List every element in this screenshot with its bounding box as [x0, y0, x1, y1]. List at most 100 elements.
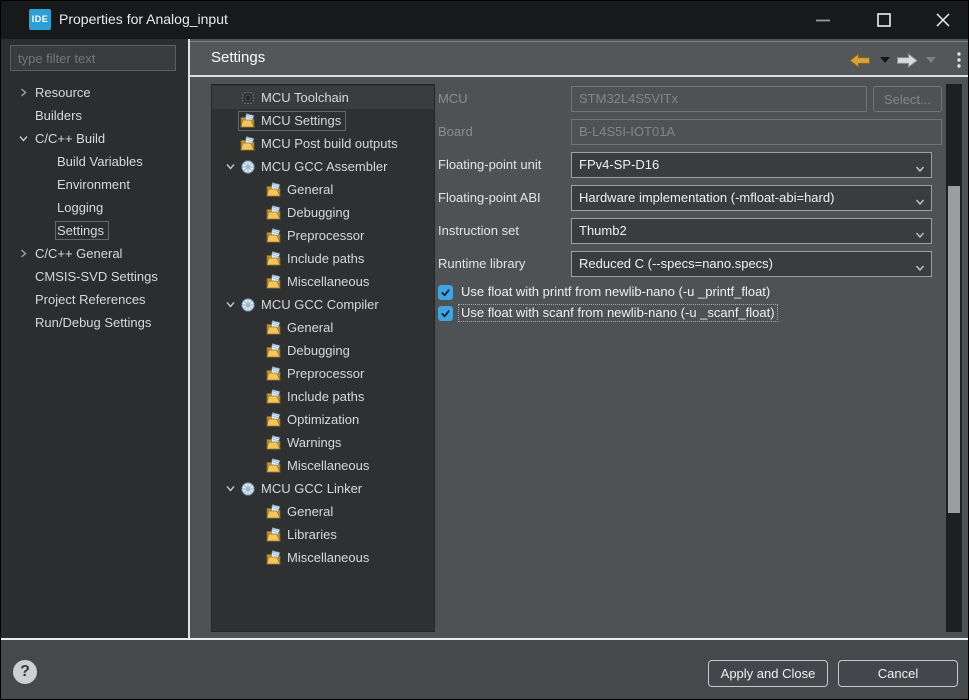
tree-item-debugging[interactable]: Debugging [212, 201, 434, 224]
forward-history-dropdown-icon [926, 51, 936, 69]
folder-icon [266, 274, 282, 290]
fpu-dropdown[interactable]: FPv4-SP-D16 [571, 152, 932, 178]
tree-item-mcu-post-build-outputs[interactable]: MCU Post build outputs [212, 132, 434, 155]
tree-item-libraries[interactable]: Libraries [212, 523, 434, 546]
checkbox-checked-icon[interactable] [438, 306, 453, 321]
tree-item-cmsis-svd-settings[interactable]: CMSIS-SVD Settings [1, 265, 188, 288]
checkbox-checked-icon[interactable] [438, 285, 453, 300]
chevron-right-icon[interactable] [13, 248, 33, 259]
tree-item-project-references[interactable]: Project References [1, 288, 188, 311]
close-button[interactable] [926, 5, 960, 35]
tree-item-mcu-gcc-assembler[interactable]: MCU GCC Assembler [212, 155, 434, 178]
tree-item-mcu-gcc-linker[interactable]: MCU GCC Linker [212, 477, 434, 500]
tree-item-preprocessor[interactable]: Preprocessor [212, 362, 434, 385]
chevron-down-icon [914, 258, 926, 282]
mcu-label: MCU [438, 86, 468, 112]
tree-item-body: Warnings [264, 433, 346, 453]
instruction-set-dropdown[interactable]: Thumb2 [571, 218, 932, 244]
tree-item-general[interactable]: General [212, 316, 434, 339]
tree-item-mcu-toolchain[interactable]: MCU Toolchain [212, 86, 434, 109]
tree-item-logging[interactable]: Logging [1, 196, 188, 219]
tree-item-body: Include paths [264, 249, 369, 269]
folder-icon [266, 435, 282, 451]
tree-item-c-c-general[interactable]: C/C++ General [1, 242, 188, 265]
tree-item-build-variables[interactable]: Build Variables [1, 150, 188, 173]
tree-item-miscellaneous[interactable]: Miscellaneous [212, 546, 434, 569]
tree-item-resource[interactable]: Resource [1, 81, 188, 104]
printf-float-checkbox[interactable]: Use float with printf from newlib-nano (… [438, 283, 772, 301]
tree-item-label: Build Variables [57, 154, 143, 169]
tree-item-general[interactable]: General [212, 500, 434, 523]
chevron-down-icon[interactable] [13, 133, 33, 144]
back-history-dropdown-icon[interactable] [880, 51, 890, 69]
tree-item-body: C/C++ General [33, 244, 127, 263]
board-field: B-L4S5I-IOT01A [571, 119, 942, 145]
tree-item-miscellaneous[interactable]: Miscellaneous [212, 270, 434, 293]
tree-item-preprocessor[interactable]: Preprocessor [212, 224, 434, 247]
tree-item-body: Debugging [264, 341, 355, 361]
cancel-button[interactable]: Cancel [838, 660, 958, 687]
chevron-down-icon[interactable] [222, 161, 238, 172]
chevron-down-icon[interactable] [222, 483, 238, 494]
back-arrow-icon[interactable] [849, 51, 871, 69]
abi-label: Floating-point ABI [438, 185, 541, 211]
properties-dialog: IDE Properties for Analog_input Resource… [0, 0, 969, 700]
tree-item-label: Optimization [287, 412, 359, 427]
tree-item-label: Miscellaneous [287, 274, 369, 289]
filter-input[interactable] [10, 45, 176, 71]
printf-float-label: Use float with printf from newlib-nano (… [459, 284, 772, 300]
folder-icon [266, 251, 282, 267]
apply-and-close-button[interactable]: Apply and Close [708, 660, 828, 687]
tree-item-optimization[interactable]: Optimization [212, 408, 434, 431]
chevron-right-icon[interactable] [13, 87, 33, 98]
help-button[interactable]: ? [13, 660, 37, 684]
tree-item-label: Miscellaneous [287, 550, 369, 565]
maximize-button[interactable] [867, 5, 901, 35]
tree-item-c-c-build[interactable]: C/C++ Build [1, 127, 188, 150]
tool-settings-tree-panel: MCU ToolchainMCU SettingsMCU Post build … [211, 84, 435, 632]
tree-item-label: General [287, 504, 333, 519]
tree-item-body: Debugging [264, 203, 355, 223]
tree-item-body: Preprocessor [264, 226, 369, 246]
abi-value: Hardware implementation (-mfloat-abi=har… [579, 190, 834, 205]
tree-item-warnings[interactable]: Warnings [212, 431, 434, 454]
tree-item-body: Logging [55, 198, 108, 217]
minimize-button[interactable] [806, 5, 840, 35]
tree-item-mcu-settings[interactable]: MCU Settings [212, 109, 434, 132]
tree-item-label: CMSIS-SVD Settings [35, 269, 158, 284]
scrollbar-thumb[interactable] [948, 186, 960, 513]
tree-item-settings[interactable]: Settings [1, 219, 188, 242]
select-mcu-button[interactable]: Select... [873, 86, 942, 112]
fpu-value: FPv4-SP-D16 [579, 157, 659, 172]
tree-item-body: Run/Debug Settings [33, 313, 156, 332]
view-menu-icon[interactable] [957, 51, 961, 69]
dialog-footer: ? Apply and Close Cancel [1, 638, 969, 700]
folder-icon [240, 113, 256, 129]
scanf-float-checkbox[interactable]: Use float with scanf from newlib-nano (-… [438, 304, 777, 322]
runtime-library-dropdown[interactable]: Reduced C (--specs=nano.specs) [571, 251, 932, 277]
tree-item-run-debug-settings[interactable]: Run/Debug Settings [1, 311, 188, 334]
vertical-scrollbar[interactable] [946, 84, 962, 632]
tree-item-label: MCU GCC Assembler [261, 159, 387, 174]
abi-dropdown[interactable]: Hardware implementation (-mfloat-abi=har… [571, 185, 932, 211]
tree-item-include-paths[interactable]: Include paths [212, 247, 434, 270]
tree-item-general[interactable]: General [212, 178, 434, 201]
tree-item-environment[interactable]: Environment [1, 173, 188, 196]
tree-item-debugging[interactable]: Debugging [212, 339, 434, 362]
forward-arrow-icon[interactable] [896, 51, 918, 69]
folder-icon [266, 504, 282, 520]
settings-content: MCU ToolchainMCU SettingsMCU Post build … [190, 77, 969, 638]
tree-item-mcu-gcc-compiler[interactable]: MCU GCC Compiler [212, 293, 434, 316]
chevron-down-icon[interactable] [222, 299, 238, 310]
tree-item-body: MCU Settings [238, 111, 346, 131]
folder-icon [266, 343, 282, 359]
tree-item-include-paths[interactable]: Include paths [212, 385, 434, 408]
tree-item-label: General [287, 320, 333, 335]
tree-item-label: Debugging [287, 343, 350, 358]
tree-item-label: Project References [35, 292, 146, 307]
tree-item-label: Miscellaneous [287, 458, 369, 473]
folder-icon [266, 458, 282, 474]
tree-item-builders[interactable]: Builders [1, 104, 188, 127]
tree-item-miscellaneous[interactable]: Miscellaneous [212, 454, 434, 477]
tree-item-body: Resource [33, 83, 96, 102]
